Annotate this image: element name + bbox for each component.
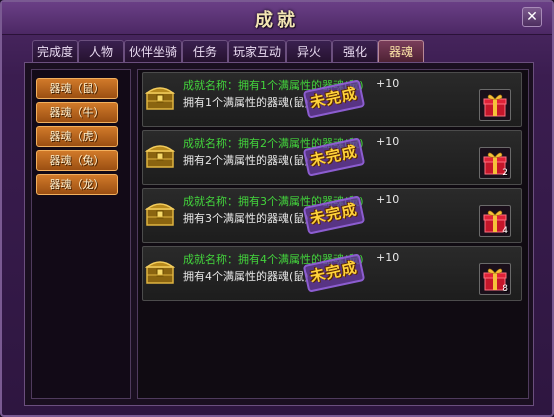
achievement-window: 成就 ✕ 完成度 人物 伙伴坐骑 任务 玩家互动 异火 强化 器魂 器魂（鼠） … — [0, 0, 554, 417]
reward-count: 2 — [502, 168, 508, 178]
achievement-points: +10 — [376, 193, 400, 206]
category-tiger-button[interactable]: 器魂（虎） — [36, 126, 118, 147]
category-dragon-button[interactable]: 器魂（龙） — [36, 174, 118, 195]
tab-character[interactable]: 人物 — [78, 40, 125, 62]
category-list: 器魂（鼠） 器魂（牛） 器魂（虎） 器魂（兔） 器魂（龙） — [31, 69, 131, 399]
achievement-item: 成就名称：拥有1个满属性的器魂(鼠) 拥有1个满属性的器魂(鼠) +10 未完成 — [142, 72, 522, 127]
achievement-points: +10 — [376, 77, 400, 90]
title-bar: 成就 ✕ — [2, 2, 552, 35]
content-frame: 器魂（鼠） 器魂（牛） 器魂（虎） 器魂（兔） 器魂（龙） 成就名称：拥有1个满… — [24, 62, 534, 406]
reward-slot[interactable]: 8 — [479, 263, 511, 295]
achievement-item: 成就名称：拥有2个满属性的器魂(鼠) 拥有2个满属性的器魂(鼠) +10 未完成… — [142, 130, 522, 185]
achievement-description: 拥有2个满属性的器魂(鼠) — [183, 154, 309, 167]
reward-count: 8 — [502, 284, 508, 294]
category-rabbit-button[interactable]: 器魂（兔） — [36, 150, 118, 171]
treasure-chest-icon — [145, 261, 175, 284]
achievement-description: 拥有1个满属性的器魂(鼠) — [183, 96, 309, 109]
tab-weapon-soul[interactable]: 器魂 — [378, 40, 425, 62]
treasure-chest-icon — [145, 87, 175, 110]
treasure-chest-icon — [145, 203, 175, 226]
reward-slot[interactable]: 2 — [479, 147, 511, 179]
achievement-points: +10 — [376, 135, 400, 148]
achievement-points: +10 — [376, 251, 400, 264]
achievement-description: 拥有4个满属性的器魂(鼠) — [183, 270, 309, 283]
achievement-item: 成就名称：拥有4个满属性的器魂(鼠) 拥有4个满属性的器魂(鼠) +10 未完成… — [142, 246, 522, 301]
tab-bar: 完成度 人物 伙伴坐骑 任务 玩家互动 异火 强化 器魂 — [32, 40, 425, 62]
achievement-item: 成就名称：拥有3个满属性的器魂(鼠) 拥有3个满属性的器魂(鼠) +10 未完成… — [142, 188, 522, 243]
category-rat-button[interactable]: 器魂（鼠） — [36, 78, 118, 99]
treasure-chest-icon — [145, 145, 175, 168]
reward-slot[interactable]: 4 — [479, 205, 511, 237]
gift-box-icon — [483, 94, 507, 117]
tab-quest[interactable]: 任务 — [182, 40, 229, 62]
tab-player-interaction[interactable]: 玩家互动 — [228, 40, 287, 62]
tab-strange-fire[interactable]: 异火 — [286, 40, 333, 62]
tab-partner-mount[interactable]: 伙伴坐骑 — [124, 40, 183, 62]
reward-count: 4 — [502, 226, 508, 236]
category-ox-button[interactable]: 器魂（牛） — [36, 102, 118, 123]
tab-completion[interactable]: 完成度 — [32, 40, 79, 62]
close-button[interactable]: ✕ — [522, 7, 542, 27]
window-title: 成就 — [255, 10, 299, 31]
achievement-description: 拥有3个满属性的器魂(鼠) — [183, 212, 309, 225]
close-icon: ✕ — [526, 9, 538, 25]
achievement-list: 成就名称：拥有1个满属性的器魂(鼠) 拥有1个满属性的器魂(鼠) +10 未完成 — [137, 69, 529, 399]
tab-enhance[interactable]: 强化 — [332, 40, 379, 62]
reward-slot[interactable] — [479, 89, 511, 121]
